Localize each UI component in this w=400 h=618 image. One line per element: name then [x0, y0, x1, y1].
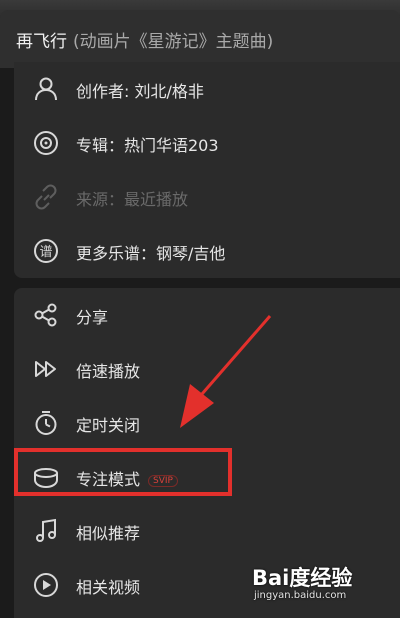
baidu-watermark: Bai度经验 jingyan.baidu.com	[252, 558, 398, 604]
link-icon	[35, 184, 57, 210]
song-subtitle: (动画片《星游记》主题曲)	[73, 32, 274, 52]
source-label: 来源：最近播放	[76, 190, 189, 209]
song-name: 再飞行	[16, 32, 67, 52]
speed-icon	[35, 361, 56, 377]
similar-row[interactable]: 相似推荐	[14, 504, 400, 558]
album-label: 专辑：热门华语203	[76, 136, 219, 155]
share-icon	[34, 303, 57, 327]
svg-text:谱: 谱	[39, 245, 52, 260]
timer-icon	[35, 411, 57, 435]
video-label: 相关视频	[76, 578, 141, 597]
more-scores-label: 更多乐谱：钢琴/吉他	[76, 244, 226, 263]
watermark-url: jingyan.baidu.com	[254, 590, 347, 601]
highlight-box	[14, 448, 232, 496]
timer-row[interactable]: 定时关闭	[14, 396, 400, 450]
song-info-card: 创作者: 刘北/格非 专辑：热门华语203 来源：最近播放 谱 更多乐谱：钢琴/…	[14, 62, 400, 278]
share-row[interactable]: 分享	[14, 288, 400, 342]
watermark-logo: Bai度经验	[252, 566, 353, 590]
disc-icon	[34, 131, 58, 155]
timer-label: 定时关闭	[76, 416, 141, 435]
source-row: 来源：最近播放	[14, 170, 400, 224]
speed-row[interactable]: 倍速播放	[14, 342, 400, 396]
video-icon	[34, 573, 58, 597]
speed-label: 倍速播放	[76, 362, 141, 381]
person-icon	[35, 77, 57, 101]
music-note-icon	[36, 518, 56, 542]
song-title: 再飞行 (动画片《星游记》主题曲)	[16, 27, 273, 52]
share-label: 分享	[76, 308, 109, 327]
more-scores-row[interactable]: 谱 更多乐谱：钢琴/吉他	[14, 224, 400, 278]
similar-label: 相似推荐	[76, 524, 141, 543]
creator-row[interactable]: 创作者: 刘北/格非	[14, 62, 400, 116]
album-row[interactable]: 专辑：热门华语203	[14, 116, 400, 170]
creator-label: 创作者: 刘北/格非	[76, 82, 204, 101]
song-header: 再飞行 (动画片《星游记》主题曲)	[0, 10, 400, 68]
score-icon: 谱	[34, 239, 58, 263]
